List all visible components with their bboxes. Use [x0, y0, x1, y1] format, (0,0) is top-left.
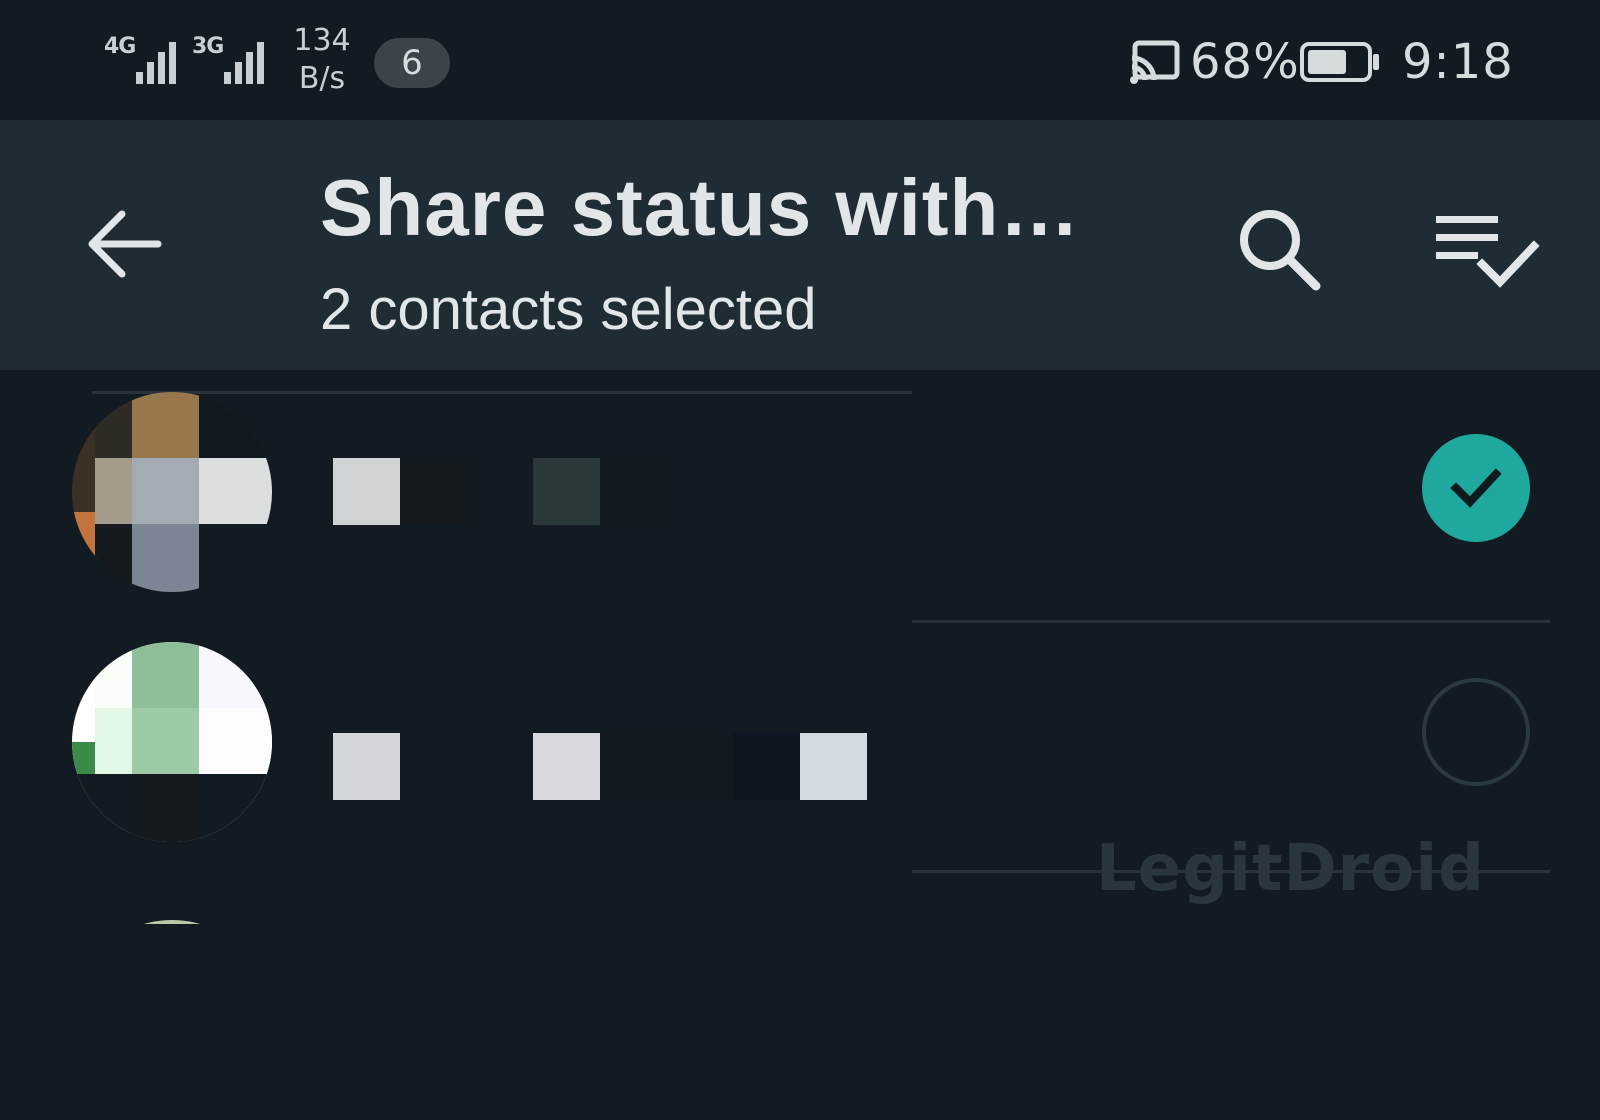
- check-icon: [1450, 468, 1502, 508]
- back-arrow-icon[interactable]: [80, 204, 170, 284]
- watermark: LegitDroid: [1096, 832, 1485, 906]
- page-title: Share status with…: [320, 163, 1081, 252]
- search-icon[interactable]: [1232, 202, 1332, 302]
- status-bar: 4G 3G 134 B/s 6 68% 9:18: [0, 0, 1600, 120]
- avatar: [72, 392, 272, 592]
- contact-row[interactable]: [0, 870, 1600, 1120]
- avatar: [72, 920, 272, 1120]
- battery-icon: [1300, 42, 1379, 82]
- avatar: [72, 642, 272, 842]
- selected-checkbox[interactable]: [1422, 434, 1530, 542]
- contact-name: [333, 458, 873, 525]
- network-speed: 134 B/s: [292, 22, 352, 98]
- network-type-label: 4G: [104, 34, 136, 59]
- select-all-icon[interactable]: [1430, 206, 1540, 306]
- contact-name: [333, 930, 873, 997]
- row-divider: [912, 620, 1550, 623]
- app-bar: Share status with… 2 contacts selected: [0, 120, 1600, 370]
- clock: 9:18: [1402, 34, 1514, 90]
- network-speed-value: 134: [293, 23, 351, 58]
- notification-count-badge: 6: [374, 38, 450, 88]
- contact-name: [333, 733, 873, 800]
- selected-count: 2 contacts selected: [320, 277, 817, 342]
- signal-bars-icon: [136, 42, 176, 84]
- battery-percent: 68%: [1190, 34, 1300, 90]
- network-type-label: 3G: [192, 34, 224, 59]
- cast-icon: [1130, 40, 1180, 84]
- contact-row[interactable]: [0, 370, 1600, 620]
- unselected-checkbox[interactable]: [1422, 678, 1530, 786]
- signal-bars-icon: [224, 42, 264, 84]
- network-speed-unit: B/s: [298, 61, 346, 96]
